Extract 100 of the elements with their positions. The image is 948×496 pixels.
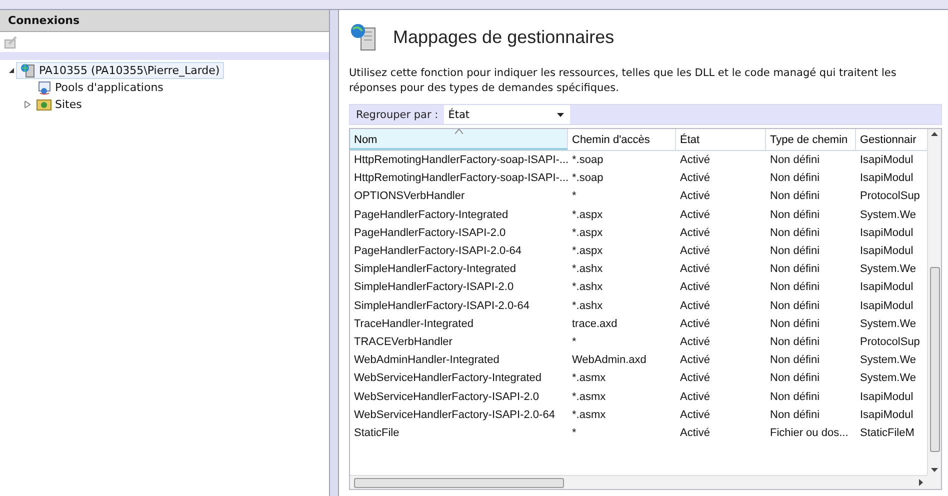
group-by-label: Regrouper par : (355, 108, 440, 120)
table-cell-text: *.soap (571, 172, 604, 184)
table-cell-text: Activé (679, 226, 711, 239)
table-cell-text: *.aspx (571, 245, 604, 258)
table-cell-text: Non défini (769, 172, 821, 184)
table-cell-text: *.aspx (571, 226, 604, 239)
table-cell-text: Non défini (769, 408, 821, 421)
dropdown-caret-icon (557, 112, 564, 116)
table-cell-text: IsapiModul (859, 390, 914, 403)
table-cell-text: Non défini (769, 226, 821, 239)
table-cell-text: Non défini (769, 372, 821, 384)
table-cell-text: Activé (679, 318, 711, 330)
table-cell-text: Non défini (769, 354, 821, 366)
table-cell-text: System.We (859, 263, 918, 276)
table-cell-text: Activé (679, 208, 711, 221)
panel-title: Connexions (0, 10, 329, 32)
collapse-triangle-icon[interactable] (8, 67, 14, 74)
table-cell-text: System.We (859, 354, 918, 366)
tree-item[interactable]: Sites (32, 96, 86, 113)
table-cell-text: HttpRemotingHandlerFactory-soap-ISAPI-... (353, 172, 568, 184)
table-cell-text: PageHandlerFactory-Integrated (353, 208, 510, 221)
table-cell-text: System.We (859, 372, 918, 384)
table-cell-text: trace.axd (571, 318, 618, 330)
folder-globe-icon (36, 97, 52, 112)
table-cell-text: Activé (679, 245, 711, 258)
table-cell-text: *.ashx (571, 300, 604, 312)
group-by-dropdown[interactable]: État (444, 105, 570, 124)
table-cell-text: IsapiModul (859, 154, 914, 166)
scroll-down-icon[interactable] (931, 468, 938, 472)
table-cell-text: Activé (679, 390, 711, 403)
table-cell-text: PageHandlerFactory-ISAPI-2.0-64 (353, 245, 523, 258)
vertical-scrollbar[interactable] (927, 129, 941, 475)
table-cell-text: OPTIONSVerbHandler (353, 190, 466, 202)
table-cell-text: Activé (679, 154, 711, 166)
table-cell-text: TraceHandler-Integrated (353, 318, 474, 330)
table-cell-text: Non défini (769, 190, 821, 202)
table-cell-text: ProtocolSup (859, 190, 921, 202)
table-cell-text: WebServiceHandlerFactory-Integrated (353, 372, 542, 384)
table-cell-text: IsapiModul (859, 172, 914, 184)
table-cell-text: IsapiModul (859, 281, 914, 294)
expand-triangle-icon[interactable] (24, 101, 30, 108)
scroll-right-icon[interactable] (919, 479, 923, 486)
table-cell-text: WebServiceHandlerFactory-ISAPI-2.0 (353, 390, 540, 403)
table-cell-text: Activé (679, 372, 711, 384)
table-cell-text: SimpleHandlerFactory-ISAPI-2.0 (353, 281, 515, 294)
table-cell-text: Activé (679, 426, 711, 439)
table-cell-text: IsapiModul (859, 226, 914, 239)
table-cell-text: IsapiModul (859, 300, 914, 312)
table-cell-text: * (571, 336, 578, 348)
table-cell-text: *.asmx (571, 408, 607, 421)
table-cell-text: StaticFileM (859, 426, 916, 439)
table-cell-text: *.ashx (571, 281, 604, 294)
table-cell-text: *.aspx (571, 208, 604, 221)
table-cell-text: *.asmx (571, 372, 607, 384)
table-cell-text: Non défini (769, 208, 821, 221)
horizontal-scrollbar[interactable] (350, 475, 927, 489)
tree-item[interactable]: Pools d'applications (32, 79, 168, 96)
table-cell-text: SimpleHandlerFactory-Integrated (353, 263, 518, 276)
table-cell-text: Activé (679, 408, 711, 421)
server-globe-icon (20, 63, 36, 78)
table-cell-text: System.We (859, 318, 918, 330)
table-cell-text: Activé (679, 336, 711, 348)
table-cell-text: * (571, 426, 578, 439)
column-header[interactable]: Nom (350, 129, 568, 150)
table-cell-text: Non défini (769, 318, 821, 330)
description-text: Utilisez cette fonction pour indiquer les ressources, telles que les DLL et le code managé qui traitent les réponses pour des types de demandes spécifiques. (349, 66, 898, 96)
table-cell-text: Fichier ou dos... (769, 426, 850, 439)
tree-item[interactable]: PA10355 (PA10355\Pierre_Larde) (16, 62, 224, 79)
pool-icon (36, 80, 52, 95)
table-cell-text: Activé (679, 354, 711, 366)
scroll-up-icon[interactable] (931, 132, 938, 136)
table-cell-text: Non défini (769, 281, 821, 294)
table-cell-text: *.soap (571, 154, 604, 166)
table-cell-text: Activé (679, 281, 711, 294)
table-cell-text: WebServiceHandlerFactory-ISAPI-2.0-64 (353, 408, 556, 421)
table-cell-text: TRACEVerbHandler (353, 336, 454, 348)
table-cell-text: PageHandlerFactory-ISAPI-2.0 (353, 226, 507, 239)
page-title: Mappages de gestionnaires (393, 26, 614, 48)
table-cell-text: Non défini (769, 390, 821, 403)
table-cell-text: * (571, 190, 578, 202)
table-cell-text: Non défini (769, 263, 821, 276)
table-cell-text: Activé (679, 190, 711, 202)
table-cell-text: *.ashx (571, 263, 604, 276)
table-cell-text: IsapiModul (859, 245, 914, 258)
table-cell-text: Non défini (769, 154, 821, 166)
table-cell-text: SimpleHandlerFactory-ISAPI-2.0-64 (353, 300, 530, 312)
table-cell-text: WebAdmin.axd (571, 354, 648, 366)
table-cell-text: ProtocolSup (859, 336, 921, 348)
table-cell-text: StaticFile (353, 426, 400, 439)
table-cell-text: Activé (679, 300, 711, 312)
table-cell-text: Activé (679, 263, 711, 276)
table-cell-text: Activé (679, 172, 711, 184)
table-cell-text: WebAdminHandler-Integrated (353, 354, 500, 366)
table-cell-text: Non défini (769, 336, 821, 348)
table-cell-text: Non défini (769, 300, 821, 312)
table-cell-text: IsapiModul (859, 408, 914, 421)
table-cell-text: System.We (859, 208, 918, 221)
table-cell-text: HttpRemotingHandlerFactory-soap-ISAPI-... (353, 154, 568, 166)
table-cell-text: Non défini (769, 245, 821, 258)
table-cell-text: *.asmx (571, 390, 607, 403)
